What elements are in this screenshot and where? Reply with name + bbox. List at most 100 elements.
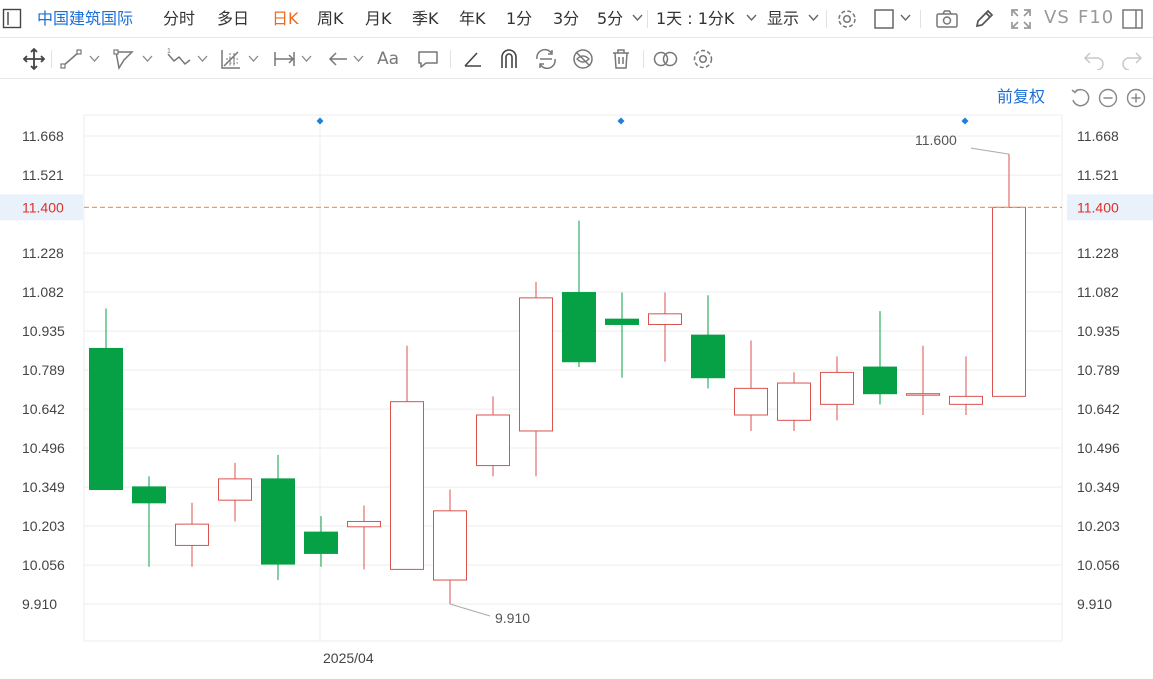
- polyline-tool-icon[interactable]: [112, 48, 136, 70]
- fullscreen-icon[interactable]: [1009, 7, 1033, 31]
- y-tick-label: 11.082: [22, 284, 64, 300]
- chevron-down-icon[interactable]: [197, 55, 208, 63]
- y-tick-label: 10.203: [22, 518, 65, 534]
- period-tab-3min[interactable]: 3分: [553, 9, 579, 29]
- settings-gear-icon[interactable]: [836, 8, 858, 30]
- candle-body: [949, 395, 983, 405]
- trash-icon[interactable]: [609, 47, 633, 71]
- candle: [691, 295, 725, 389]
- period-tab-1min[interactable]: 1分: [506, 9, 532, 29]
- candle: [734, 340, 768, 431]
- sync-drawings-icon[interactable]: [533, 47, 559, 71]
- arrow-left-icon[interactable]: [326, 48, 350, 70]
- candlestick-chart[interactable]: 11.668 11.521 11.400 11.228 11.082 10.935 10.7…: [0, 80, 1153, 679]
- period-tab-week-k[interactable]: 周K: [317, 9, 344, 29]
- y-tick-label: 10.349: [22, 479, 65, 495]
- vs-compare-button[interactable]: VS: [1044, 8, 1070, 28]
- y-tick-label: 11.400: [22, 199, 64, 215]
- candle: [347, 505, 381, 570]
- chevron-down-icon[interactable]: [142, 55, 153, 63]
- candle: [992, 154, 1026, 397]
- drawing-settings-gear-icon[interactable]: [691, 47, 715, 71]
- y-tick-label: 10.056: [1077, 557, 1120, 573]
- event-marker-icon: [961, 117, 969, 125]
- y-tick-label: 11.228: [22, 245, 64, 261]
- chevron-down-icon[interactable]: [89, 55, 100, 63]
- wave-pattern-icon[interactable]: 1: [165, 46, 193, 70]
- period-tab-year-k[interactable]: 年K: [459, 9, 486, 29]
- y-tick-label: 10.789: [1077, 362, 1120, 378]
- period-tab-day-k[interactable]: 日K: [272, 9, 299, 29]
- candle: [476, 396, 510, 477]
- y-tick-label: 10.496: [1077, 440, 1120, 456]
- fibonacci-grid-icon[interactable]: [218, 47, 244, 71]
- divider: [826, 10, 827, 28]
- chevron-down-icon[interactable]: [808, 14, 819, 22]
- sidebar-toggle-icon[interactable]: [2, 8, 22, 30]
- chevron-down-icon[interactable]: [353, 55, 364, 63]
- y-tick-label: 10.203: [1077, 518, 1120, 534]
- chevron-down-icon[interactable]: [900, 14, 911, 22]
- candle-body: [175, 523, 209, 546]
- period-tab-quarter-k[interactable]: 季K: [412, 9, 439, 29]
- candle-body: [863, 366, 897, 395]
- period-tab-fenshi[interactable]: 分时: [163, 9, 195, 29]
- text-tool-button[interactable]: Aa: [377, 49, 399, 69]
- color-square-icon[interactable]: [873, 8, 895, 30]
- period-tab-duori[interactable]: 多日: [217, 9, 249, 29]
- candle: [390, 345, 424, 570]
- candle: [605, 292, 639, 378]
- period-tab-5min[interactable]: 5分: [597, 9, 623, 29]
- y-tick-label: 10.789: [22, 362, 65, 378]
- min-price-label: 9.910: [495, 610, 530, 626]
- period-tab-month-k[interactable]: 月K: [365, 9, 392, 29]
- redo-icon[interactable]: [1120, 48, 1144, 70]
- max-price-label: 11.600: [915, 132, 957, 148]
- chevron-down-icon[interactable]: [746, 14, 757, 22]
- angle-line-icon[interactable]: [461, 48, 485, 70]
- trend-line-icon[interactable]: [59, 48, 83, 70]
- y-tick-label: 10.642: [22, 401, 65, 417]
- candle-body: [906, 393, 940, 396]
- candle: [132, 476, 166, 567]
- y-tick-label: 10.496: [22, 440, 65, 456]
- overlay-compare-icon[interactable]: [652, 48, 680, 70]
- undo-icon[interactable]: [1082, 48, 1106, 70]
- hide-drawings-icon[interactable]: [571, 47, 595, 71]
- move-crosshair-icon[interactable]: [22, 47, 46, 71]
- candle: [218, 462, 252, 522]
- candle: [519, 281, 553, 477]
- y-axis-left: 11.668 11.521 11.400 11.228 11.082 10.935 10.7…: [0, 128, 83, 612]
- candle: [777, 372, 811, 431]
- pencil-icon[interactable]: [972, 7, 996, 31]
- camera-icon[interactable]: [935, 8, 959, 30]
- comment-bubble-icon[interactable]: [416, 48, 440, 70]
- y-tick-label: 9.910: [22, 596, 57, 612]
- plot-frame: [83, 114, 1063, 642]
- chevron-down-icon[interactable]: [632, 14, 643, 22]
- divider: [920, 10, 921, 28]
- candle-body: [605, 318, 639, 325]
- chevron-down-icon[interactable]: [248, 55, 259, 63]
- candle-body: [519, 297, 553, 432]
- interval-select[interactable]: 1天 : 1分K: [656, 9, 734, 29]
- candle-body: [648, 313, 682, 325]
- svg-text:1: 1: [167, 48, 171, 55]
- range-measure-icon[interactable]: [272, 48, 298, 70]
- candle: [820, 356, 854, 421]
- magnet-icon[interactable]: [497, 47, 521, 71]
- chevron-down-icon[interactable]: [301, 55, 312, 63]
- f10-button[interactable]: F10: [1078, 8, 1114, 28]
- display-select[interactable]: 显示: [767, 9, 799, 29]
- candle-body: [734, 387, 768, 416]
- candle: [175, 502, 209, 567]
- y-axis-right: 11.668 11.521 11.400 11.228 11.082 10.935 10.7…: [1067, 128, 1153, 612]
- divider: [51, 50, 52, 68]
- event-marker-icon: [316, 117, 324, 125]
- candle: [949, 356, 983, 415]
- candle-body: [89, 347, 123, 491]
- stock-name[interactable]: 中国建筑国际: [37, 9, 133, 29]
- candle-body: [261, 478, 295, 565]
- panel-toggle-icon[interactable]: [1121, 8, 1145, 30]
- y-tick-label: 11.228: [1077, 245, 1119, 261]
